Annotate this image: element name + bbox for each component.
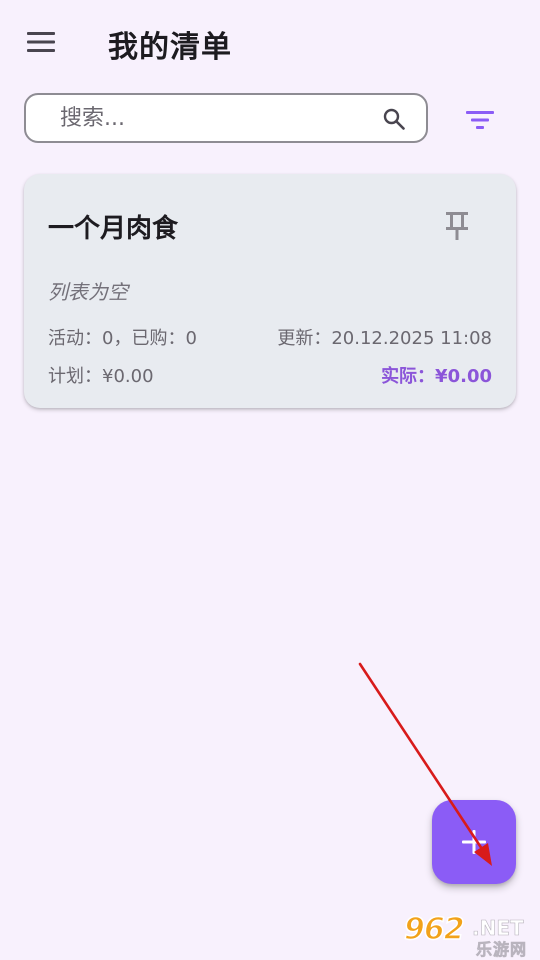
plus-icon: [462, 830, 486, 854]
filter-icon: [466, 111, 494, 129]
watermark-site: 乐游网: [476, 940, 528, 960]
watermark-number: 962: [403, 911, 465, 948]
actual-total: 实际：¥0.00: [381, 366, 492, 387]
watermark-logo: 962 .NET 乐游网: [400, 911, 536, 959]
page-title: 我的清单: [108, 30, 232, 65]
item-counts: 活动：0，已购：0: [48, 328, 197, 349]
add-list-button[interactable]: [432, 800, 516, 884]
list-card[interactable]: 一个月肉食 列表为空 活动：0，已购：0 更新：20.12.2025 11:08…: [24, 174, 516, 408]
menu-button[interactable]: [20, 26, 64, 58]
search-bar[interactable]: [24, 93, 428, 143]
search-input[interactable]: [60, 95, 370, 141]
filter-button[interactable]: [460, 102, 500, 138]
list-title: 一个月肉食: [48, 214, 179, 244]
updated-timestamp: 更新：20.12.2025 11:08: [277, 328, 492, 349]
planned-total: 计划：¥0.00: [48, 366, 154, 387]
menu-icon: [27, 32, 55, 52]
app-screen: 我的清单 一个月肉食 列表为空 活动：0，已购：0 更新：20: [0, 0, 540, 960]
pin-icon: [446, 212, 468, 240]
search-icon[interactable]: [382, 107, 406, 131]
pin-button[interactable]: [440, 206, 474, 246]
empty-list-text: 列表为空: [48, 280, 128, 304]
